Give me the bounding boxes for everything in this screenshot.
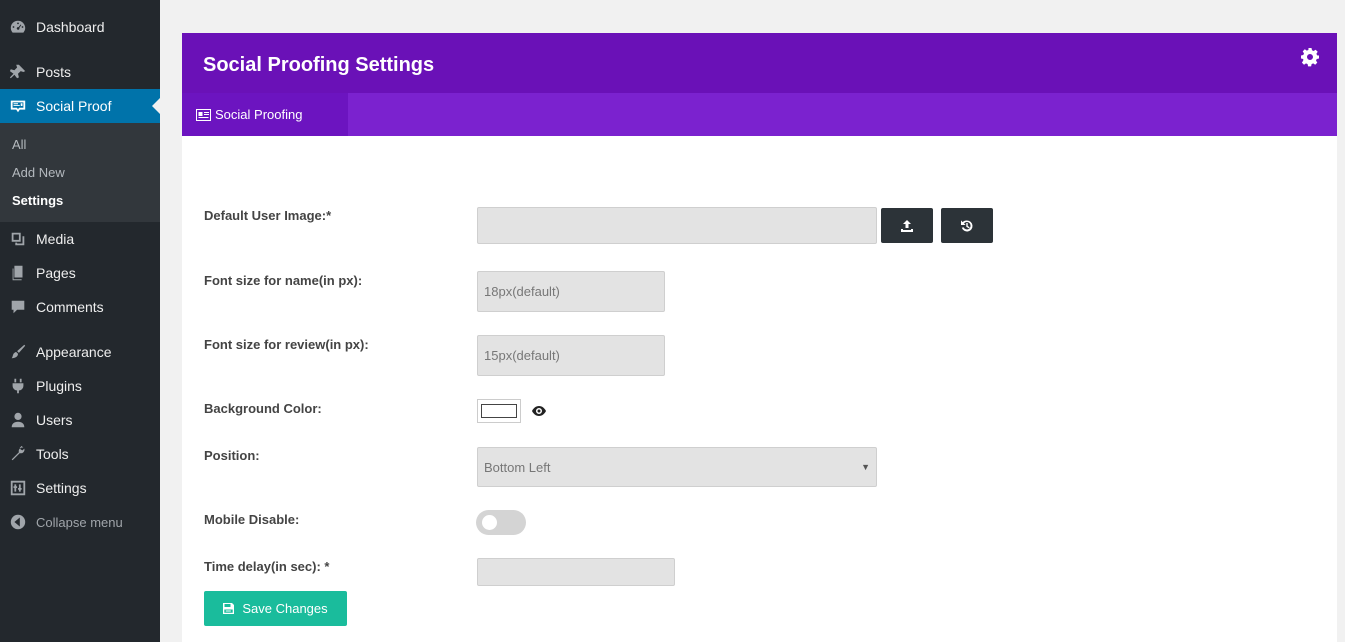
color-preview [481,404,517,418]
menu-label: Appearance [36,344,112,360]
menu-item-appearance[interactable]: Appearance [0,335,160,369]
menu-label: Comments [36,299,104,315]
position-select[interactable]: Bottom Left ▼ [477,447,877,487]
menu-item-social-proof[interactable]: Social Proof [0,89,160,123]
time-delay-label: Time delay(in sec): * [204,559,330,574]
panel-header: Social Proofing Settings [182,33,1337,93]
social-proof-submenu: All Add New Settings [0,123,160,222]
tab-bar: Social Proofing [182,93,1337,136]
menu-item-pages[interactable]: Pages [0,256,160,290]
active-indicator [152,98,160,114]
pin-icon [8,62,28,82]
chevron-down-icon: ▼ [861,462,870,472]
menu-item-settings[interactable]: Settings [0,471,160,505]
menu-item-plugins[interactable]: Plugins [0,369,160,403]
gear-icon[interactable] [1300,47,1320,67]
menu-item-posts[interactable]: Posts [0,55,160,89]
pages-icon [8,263,28,283]
time-delay-input[interactable] [477,558,675,586]
menu-label: Social Proof [36,98,112,114]
default-image-label: Default User Image:* [204,208,332,223]
reset-image-button[interactable] [941,208,993,243]
font-size-name-input[interactable]: 18px(default) [477,271,665,312]
menu-item-comments[interactable]: Comments [0,290,160,324]
bg-color-label: Background Color: [204,401,322,416]
tab-label: Social Proofing [215,107,303,122]
upload-image-button[interactable] [881,208,933,243]
dashboard-icon [8,17,28,37]
id-card-icon [196,108,211,121]
reset-icon [961,219,973,231]
menu-label: Posts [36,64,72,80]
page-title: Social Proofing Settings [203,54,435,76]
position-label: Position: [204,448,260,463]
social-proof-icon [8,96,28,116]
plugins-icon [8,376,28,396]
mobile-disable-label: Mobile Disable: [204,512,300,527]
menu-label: Users [36,412,73,428]
font-review-label: Font size for review(in px): [204,337,369,352]
save-changes-button[interactable]: Save Changes [204,591,347,626]
collapse-menu-button[interactable]: Collapse menu [0,505,160,539]
settings-panel: Social Proofing Settings Social Proofing… [182,33,1337,642]
menu-item-media[interactable]: Media [0,222,160,256]
users-icon [8,410,28,430]
save-label: Save Changes [242,601,328,616]
menu-item-tools[interactable]: Tools [0,437,160,471]
submenu-item-settings[interactable]: Settings [12,193,63,208]
menu-label: Plugins [36,378,82,394]
menu-label: Tools [36,446,69,462]
paintbrush-icon [8,342,28,362]
menu-item-users[interactable]: Users [0,403,160,437]
media-icon [8,229,28,249]
floppy-disk-icon [223,603,235,614]
wrench-icon [8,444,28,464]
menu-item-dashboard[interactable]: Dashboard [0,10,160,44]
position-selected-value: Bottom Left [484,459,551,475]
tab-social-proofing[interactable]: Social Proofing [182,93,348,136]
submenu-item-add-new[interactable]: Add New [12,165,65,180]
menu-label: Media [36,231,75,247]
menu-label: Settings [36,480,87,496]
admin-sidebar: Dashboard Posts Social Proof All Add New… [0,0,160,642]
menu-label: Pages [36,265,76,281]
font-size-review-input[interactable]: 15px(default) [477,335,665,376]
font-name-label: Font size for name(in px): [204,273,363,288]
eye-icon[interactable] [532,406,546,416]
comments-icon [8,297,28,317]
collapse-label: Collapse menu [36,514,123,530]
upload-icon [901,219,913,232]
toggle-knob [482,515,497,530]
settings-icon [8,478,28,498]
submenu-item-all[interactable]: All [12,137,26,152]
collapse-arrow-icon [8,512,28,532]
bg-color-swatch[interactable] [477,399,521,423]
default-image-input[interactable] [477,207,877,244]
mobile-disable-toggle[interactable] [476,510,526,535]
menu-label: Dashboard [36,19,105,35]
